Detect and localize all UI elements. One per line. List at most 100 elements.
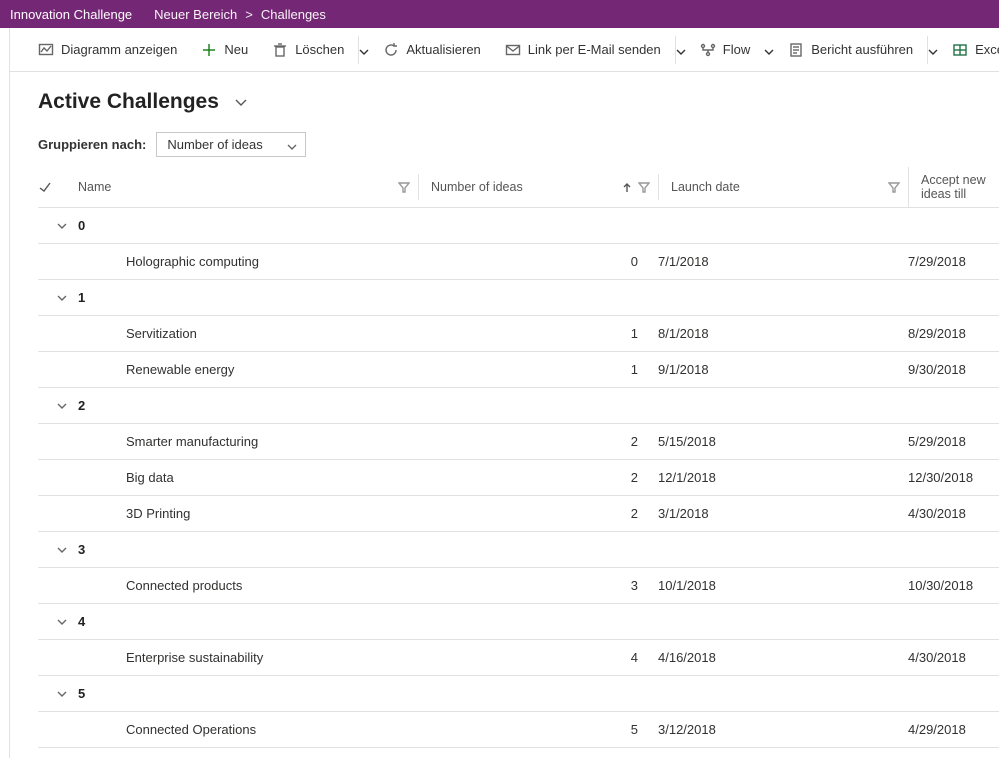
- cell-ideas: 5: [418, 714, 658, 745]
- select-all-column[interactable]: [38, 174, 78, 200]
- cell-accept: 4/29/2018: [908, 714, 999, 745]
- group-label-text: 2: [78, 398, 85, 413]
- breadcrumb-entity[interactable]: Challenges: [261, 7, 326, 22]
- flow-label: Flow: [723, 42, 750, 57]
- group-by-label: Gruppieren nach:: [38, 137, 146, 152]
- report-icon: [788, 42, 804, 58]
- cell-name: Big data: [78, 462, 418, 493]
- sort-asc-icon: [622, 182, 632, 192]
- table-row[interactable]: Renewable energy 1 9/1/2018 9/30/2018: [38, 352, 999, 388]
- group-label-text: 3: [78, 542, 85, 557]
- row-selector[interactable]: [38, 722, 78, 738]
- delete-button[interactable]: Löschen: [262, 36, 354, 64]
- group-by-row: Gruppieren nach: Number of ideas: [38, 132, 999, 157]
- chevron-down-icon: [56, 400, 68, 412]
- flow-button[interactable]: Flow: [690, 36, 760, 64]
- cell-ideas: 1: [418, 354, 658, 385]
- row-selector[interactable]: [38, 650, 78, 666]
- group-header[interactable]: 3: [38, 532, 999, 568]
- row-selector[interactable]: [38, 362, 78, 378]
- left-rail: [0, 28, 10, 758]
- cell-accept: 4/30/2018: [908, 642, 999, 673]
- show-chart-label: Diagramm anzeigen: [61, 42, 177, 57]
- table-row[interactable]: 3D Printing 2 3/1/2018 4/30/2018: [38, 496, 999, 532]
- view-content: Active Challenges Gruppieren nach: Numbe…: [10, 72, 999, 758]
- group-by-value: Number of ideas: [167, 137, 262, 152]
- chevron-down-icon: [56, 616, 68, 628]
- refresh-button[interactable]: Aktualisieren: [373, 36, 490, 64]
- row-selector[interactable]: [38, 470, 78, 486]
- grid-body: 0 Holographic computing 0 7/1/2018 7/29/…: [38, 208, 999, 748]
- refresh-icon: [383, 42, 399, 58]
- group-header[interactable]: 5: [38, 676, 999, 712]
- chevron-down-icon: [56, 220, 68, 232]
- cell-ideas: 4: [418, 642, 658, 673]
- row-selector[interactable]: [38, 326, 78, 342]
- row-selector[interactable]: [38, 506, 78, 522]
- group-header[interactable]: 2: [38, 388, 999, 424]
- run-report-split[interactable]: [927, 36, 938, 64]
- group-by-select[interactable]: Number of ideas: [156, 132, 305, 157]
- cell-accept: 8/29/2018: [908, 318, 999, 349]
- group-header[interactable]: 4: [38, 604, 999, 640]
- view-title-row: Active Challenges: [38, 90, 999, 114]
- cell-launch: 3/12/2018: [658, 714, 908, 745]
- cell-name: Servitization: [78, 318, 418, 349]
- column-name[interactable]: Name: [78, 174, 418, 200]
- cell-name: Connected products: [78, 570, 418, 601]
- table-row[interactable]: Connected Operations 5 3/12/2018 4/29/20…: [38, 712, 999, 748]
- row-selector[interactable]: [38, 578, 78, 594]
- group-label-text: 4: [78, 614, 85, 629]
- cell-ideas: 0: [418, 246, 658, 277]
- grid-header: Name Number of ideas Launch date Accept …: [38, 167, 999, 208]
- chart-icon: [38, 42, 54, 58]
- table-row[interactable]: Big data 2 12/1/2018 12/30/2018: [38, 460, 999, 496]
- plus-icon: [201, 42, 217, 58]
- breadcrumb-separator: >: [245, 7, 253, 22]
- refresh-label: Aktualisieren: [406, 42, 480, 57]
- row-selector[interactable]: [38, 434, 78, 450]
- column-ideas[interactable]: Number of ideas: [418, 174, 658, 200]
- email-link-label: Link per E-Mail senden: [528, 42, 661, 57]
- cell-name: Smarter manufacturing: [78, 426, 418, 457]
- table-row[interactable]: Smarter manufacturing 2 5/15/2018 5/29/2…: [38, 424, 999, 460]
- view-picker-chevron[interactable]: [233, 94, 249, 110]
- column-launch-label: Launch date: [671, 180, 740, 194]
- table-row[interactable]: Holographic computing 0 7/1/2018 7/29/20…: [38, 244, 999, 280]
- column-name-label: Name: [78, 180, 111, 194]
- row-selector[interactable]: [38, 254, 78, 270]
- column-ideas-label: Number of ideas: [431, 180, 523, 194]
- column-launch[interactable]: Launch date: [658, 174, 908, 200]
- command-bar: Diagramm anzeigen Neu Löschen Aktualisie…: [0, 28, 999, 72]
- table-row[interactable]: Connected products 3 10/1/2018 10/30/201…: [38, 568, 999, 604]
- flow-split[interactable]: [764, 36, 774, 64]
- filter-icon[interactable]: [398, 181, 410, 193]
- email-link-split[interactable]: [675, 36, 686, 64]
- excel-label: Excel-Vo: [975, 42, 999, 57]
- email-link-button[interactable]: Link per E-Mail senden: [495, 36, 671, 64]
- excel-button[interactable]: Excel-Vo: [942, 36, 999, 64]
- group-label-text: 1: [78, 290, 85, 305]
- excel-icon: [952, 42, 968, 58]
- cell-launch: 7/1/2018: [658, 246, 908, 277]
- new-button[interactable]: Neu: [191, 36, 258, 64]
- filter-icon[interactable]: [638, 181, 650, 193]
- chevron-down-icon: [56, 688, 68, 700]
- breadcrumb-area[interactable]: Neuer Bereich: [154, 7, 237, 22]
- show-chart-button[interactable]: Diagramm anzeigen: [28, 36, 187, 64]
- table-row[interactable]: Servitization 1 8/1/2018 8/29/2018: [38, 316, 999, 352]
- mail-icon: [505, 42, 521, 58]
- group-header[interactable]: 1: [38, 280, 999, 316]
- column-accept[interactable]: Accept new ideas till: [908, 167, 999, 207]
- group-header[interactable]: 0: [38, 208, 999, 244]
- cell-launch: 3/1/2018: [658, 498, 908, 529]
- cell-name: 3D Printing: [78, 498, 418, 529]
- column-accept-label: Accept new ideas till: [921, 173, 991, 201]
- table-row[interactable]: Enterprise sustainability 4 4/16/2018 4/…: [38, 640, 999, 676]
- cell-ideas: 2: [418, 498, 658, 529]
- run-report-button[interactable]: Bericht ausführen: [778, 36, 923, 64]
- filter-icon[interactable]: [888, 181, 900, 193]
- cell-accept: 12/30/2018: [908, 462, 999, 493]
- delete-split[interactable]: [358, 36, 369, 64]
- cell-ideas: 2: [418, 426, 658, 457]
